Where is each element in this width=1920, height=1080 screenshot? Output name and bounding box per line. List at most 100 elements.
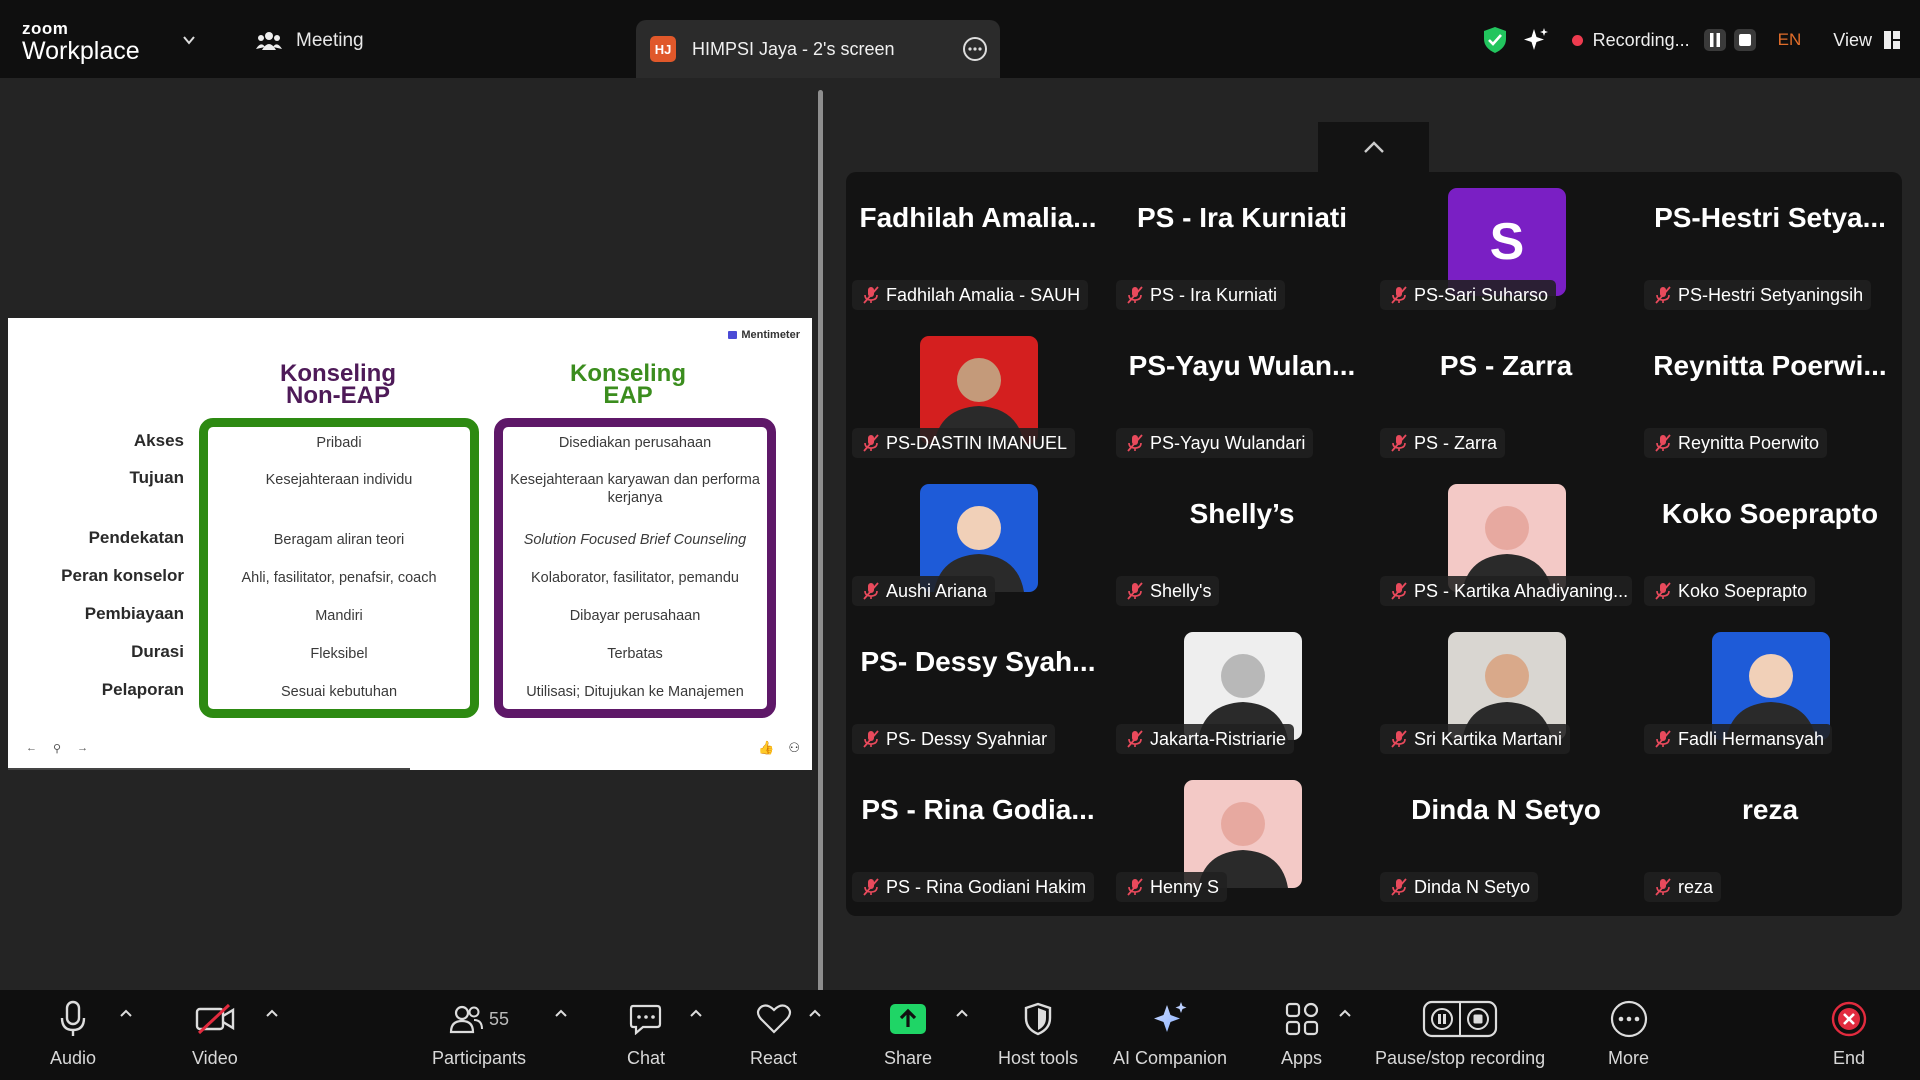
share-options-caret-icon[interactable] — [955, 1008, 969, 1018]
location-icon[interactable]: ⚲ — [53, 742, 61, 755]
end-meeting-button[interactable]: End — [1831, 1000, 1867, 1069]
more-options-icon[interactable] — [962, 36, 988, 62]
participant-tile[interactable]: PS - Zarra PS - Zarra — [1374, 320, 1638, 468]
participant-name-tag: Fadli Hermansyah — [1644, 724, 1833, 754]
participant-name: Sri Kartika Martani — [1414, 728, 1563, 749]
brand-bottom: Workplace — [22, 37, 140, 65]
participant-tile[interactable]: Shelly’s Shelly's — [1110, 468, 1374, 616]
participant-name: Jakarta-Ristriarie — [1150, 728, 1287, 749]
participant-tile[interactable]: PS-Yayu Wulan... PS-Yayu Wulandari — [1110, 320, 1374, 468]
thumbs-up-icon[interactable]: 👍 — [758, 740, 774, 756]
pause-recording-button[interactable] — [1703, 29, 1726, 51]
participant-name: Shelly's — [1150, 580, 1212, 601]
collapse-gallery-button[interactable] — [1318, 122, 1429, 172]
participant-tile[interactable]: PS-Hestri Setya... PS-Hestri Setyaningsih — [1638, 172, 1902, 320]
participant-name-tag: Koko Soeprapto — [1644, 576, 1816, 606]
share-screen-icon — [890, 1004, 927, 1034]
row-label: Tujuan — [129, 468, 184, 487]
non-eap-cell: Ahli, fasilitator, penafsir, coach — [241, 570, 437, 586]
people-icon — [256, 32, 282, 50]
host-tools-button[interactable]: Host tools — [998, 1000, 1078, 1069]
avatar-initial: S — [1489, 213, 1525, 271]
ai-companion-label: AI Companion — [1113, 1048, 1228, 1068]
participant-tile[interactable]: Aushi Ariana — [846, 468, 1110, 616]
participant-tile[interactable]: Koko Soeprapto Koko Soeprapto — [1638, 468, 1902, 616]
participant-tile[interactable]: PS- Dessy Syah... PS- Dessy Syahniar — [846, 616, 1110, 764]
mic-muted-icon — [1391, 878, 1407, 896]
participant-name-tag: PS-Hestri Setyaningsih — [1644, 280, 1872, 310]
more-button[interactable]: More — [1608, 1000, 1649, 1069]
participant-tile[interactable]: PS-DASTIN IMANUEL — [846, 320, 1110, 468]
people-icon[interactable]: ⚇ — [788, 740, 800, 756]
audio-button[interactable]: Audio — [50, 1000, 96, 1069]
apps-button[interactable]: Apps — [1281, 1000, 1322, 1069]
participant-display-name: PS - Rina Godia... — [861, 794, 1095, 825]
view-button[interactable]: View — [1833, 30, 1900, 51]
screen-tab-label: HIMPSI Jaya - 2's screen — [692, 38, 895, 59]
recording-dot-icon — [1571, 34, 1583, 46]
stop-recording-button[interactable] — [1733, 29, 1756, 51]
participant-tile[interactable]: Fadhilah Amalia... Fadhilah Amalia - SAUH — [846, 172, 1110, 320]
tab-meeting[interactable]: Meeting — [256, 30, 364, 52]
participant-tile[interactable]: Fadli Hermansyah — [1638, 616, 1902, 764]
participants-icon — [449, 1005, 483, 1034]
tab-shared-screen[interactable]: HJ HIMPSI Jaya - 2's screen — [636, 20, 1000, 78]
participants-options-caret-icon[interactable] — [554, 1008, 568, 1018]
participants-count: 55 — [489, 1008, 510, 1029]
react-button[interactable]: React — [750, 1000, 797, 1069]
panel-splitter[interactable] — [818, 90, 823, 992]
react-label: React — [750, 1048, 798, 1068]
host-tools-label: Host tools — [998, 1048, 1079, 1068]
participant-tile[interactable]: Jakarta-Ristriarie — [1110, 616, 1374, 764]
mic-muted-icon — [1391, 582, 1407, 600]
participant-tile[interactable]: reza reza — [1638, 764, 1902, 912]
participant-tile[interactable]: Reynitta Poerwi... Reynitta Poerwito — [1638, 320, 1902, 468]
video-button[interactable]: Video — [192, 1000, 238, 1069]
participant-display-name: PS-Yayu Wulan... — [1128, 350, 1356, 381]
participants-label: Participants — [432, 1048, 527, 1068]
language-button[interactable]: EN — [1778, 30, 1802, 50]
eap-cell: Utilisasi; Ditujukan ke Manajemen — [526, 684, 744, 700]
chat-button[interactable]: Chat — [627, 1000, 665, 1069]
ai-sparkle-icon[interactable] — [1522, 26, 1550, 54]
ai-companion-button[interactable]: AI Companion — [1113, 1000, 1227, 1069]
participant-display-name: Shelly’s — [1189, 498, 1295, 529]
participant-tile[interactable]: PS - Kartika Ahadiyaning... — [1374, 468, 1638, 616]
pause-stop-recording-button[interactable]: Pause/stop recording — [1375, 1000, 1545, 1069]
react-options-caret-icon[interactable] — [808, 1008, 822, 1018]
participant-name: PS-Hestri Setyaningsih — [1678, 284, 1864, 305]
apps-options-caret-icon[interactable] — [1338, 1008, 1352, 1018]
share-button[interactable]: Share — [884, 1000, 932, 1069]
participant-tile[interactable]: S PS-Sari Suharso — [1374, 172, 1638, 320]
participant-tile[interactable]: PS - Rina Godia... PS - Rina Godiani Haki… — [846, 764, 1110, 912]
col-title-eap: Konseling EAP — [478, 362, 778, 408]
more-label: More — [1608, 1048, 1650, 1068]
mic-muted-icon — [1655, 730, 1671, 748]
arrow-right-icon[interactable]: → — [77, 742, 88, 755]
participant-name: reza — [1678, 876, 1714, 897]
participant-tile[interactable]: Henny S — [1110, 764, 1374, 912]
apps-icon — [1285, 1002, 1318, 1036]
participant-name-tag: Jakarta-Ristriarie — [1116, 724, 1295, 754]
shield-check-icon[interactable] — [1482, 26, 1508, 54]
participants-button[interactable]: 55 Participants — [432, 1000, 526, 1069]
eap-cell: Dibayar perusahaan — [569, 608, 701, 624]
chevron-down-icon[interactable] — [182, 33, 196, 47]
participant-tile[interactable]: PS - Ira Kurniati PS - Ira Kurniati — [1110, 172, 1374, 320]
slide-nav: ← ⚲ → — [26, 742, 88, 755]
participant-tile[interactable]: Dinda N Setyo Dinda N Setyo — [1374, 764, 1638, 912]
arrow-left-icon[interactable]: ← — [26, 742, 37, 755]
audio-options-caret-icon[interactable] — [119, 1008, 133, 1018]
mic-muted-icon — [1655, 286, 1671, 304]
mic-muted-icon — [1391, 730, 1407, 748]
zoom-workplace-logo[interactable]: zoom Workplace — [22, 20, 140, 64]
participant-name-tag: Henny S — [1116, 872, 1228, 902]
mic-muted-icon — [1127, 730, 1143, 748]
video-options-caret-icon[interactable] — [265, 1008, 279, 1018]
chat-options-caret-icon[interactable] — [689, 1008, 703, 1018]
participant-name: PS-DASTIN IMANUEL — [886, 432, 1068, 453]
video-label: Video — [192, 1048, 238, 1068]
mentimeter-label: Mentimeter — [741, 329, 800, 341]
participant-tile[interactable]: Sri Kartika Martani — [1374, 616, 1638, 764]
mic-muted-icon — [863, 582, 879, 600]
